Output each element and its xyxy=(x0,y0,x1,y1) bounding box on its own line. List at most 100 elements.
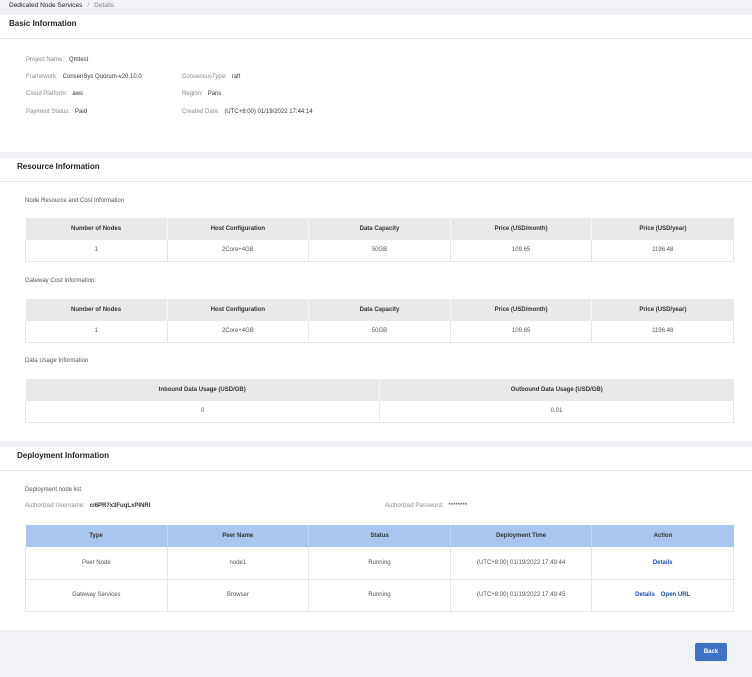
table-header-row: Type Peer Name Status Deployment Time Ac… xyxy=(25,525,734,547)
field-label: Framework: xyxy=(26,74,58,80)
col-data-capacity: Data Capacity xyxy=(308,299,451,321)
table-row: Gateway Services Browser Running (UTC+8:… xyxy=(25,579,734,612)
table-cell: 1 xyxy=(25,240,168,262)
field-value: (UTC+8:00) 01/19/2022 17:44:14 xyxy=(224,109,313,115)
col-host-configuration: Host Configuration xyxy=(167,299,310,321)
region-field: Region: Paris xyxy=(182,91,221,97)
field-label: Project Name: xyxy=(26,57,65,63)
authorized-password-field: Authorized Password: ******** xyxy=(385,503,467,509)
col-data-capacity: Data Capacity xyxy=(308,218,451,240)
col-status: Status xyxy=(308,525,451,547)
basic-information-card: Basic Information Project Name: Qmtest Fr… xyxy=(0,15,752,152)
col-inbound-usage: Inbound Data Usage (USD/GB) xyxy=(25,379,380,401)
data-usage-table: Inbound Data Usage (USD/GB) Outbound Dat… xyxy=(25,379,734,423)
consensus-type-field: ConsensusType: raft xyxy=(182,74,240,80)
field-value: raft xyxy=(231,74,241,80)
authorized-username-value: ci6PR7x3FuqLxPINRI xyxy=(89,503,151,509)
details-link[interactable]: Details xyxy=(635,592,655,598)
divider xyxy=(0,470,752,471)
table-cell: 0.01 xyxy=(379,401,734,423)
open-url-link[interactable]: Open URL xyxy=(661,592,690,598)
divider xyxy=(0,181,752,182)
field-label: Payment Status: xyxy=(26,109,71,115)
action-cell: Details xyxy=(591,547,734,580)
divider xyxy=(0,38,752,39)
deployment-information-card: Deployment Information Deployment node l… xyxy=(0,447,752,630)
field-value: aws xyxy=(72,91,84,97)
table-cell: 50GB xyxy=(308,321,451,343)
col-peer-name: Peer Name xyxy=(167,525,310,547)
breadcrumb-separator: / xyxy=(87,2,90,9)
action-cell: Details Open URL xyxy=(591,579,734,612)
field-value: Qmtest xyxy=(69,57,89,63)
node-cost-table: Number of Nodes Host Configuration Data … xyxy=(25,218,734,262)
table-cell: 109.65 xyxy=(449,240,593,262)
field-label: Authorized Username: xyxy=(25,503,85,509)
col-price-month: Price (USD/month) xyxy=(450,299,593,321)
authorized-username-field: Authorized Username: ci6PR7x3FuqLxPINRI xyxy=(25,503,150,509)
breadcrumb: Dedicated Node Services / Details xyxy=(9,2,114,9)
table-cell: 2Core+4GB xyxy=(166,240,310,262)
col-host-configuration: Host Configuration xyxy=(167,218,310,240)
col-number-of-nodes: Number of Nodes xyxy=(25,218,168,240)
field-label: ConsensusType: xyxy=(182,74,227,80)
table-row: Peer Node node1 Running (UTC+8:00) 01/19… xyxy=(25,547,734,580)
table-cell: 109.65 xyxy=(449,321,593,343)
table-header-row: Inbound Data Usage (USD/GB) Outbound Dat… xyxy=(25,379,734,401)
resource-information-card: Resource Information Node Resource and C… xyxy=(0,158,752,441)
gateway-cost-table: Number of Nodes Host Configuration Data … xyxy=(25,299,734,343)
table-row: 1 2Core+4GB 50GB 109.65 1196.48 xyxy=(25,240,734,262)
col-type: Type xyxy=(25,525,168,547)
table-cell: 2Core+4GB xyxy=(166,321,310,343)
table-cell: 0 xyxy=(25,401,380,423)
project-name-field: Project Name: Qmtest xyxy=(26,57,88,63)
back-button[interactable]: Back xyxy=(695,643,727,661)
cloud-platform-field: Cloud Platform: aws xyxy=(26,91,83,97)
node-cost-label: Node Resource and Cost Information xyxy=(25,198,125,204)
deployment-node-list-label: Deployment node list xyxy=(25,487,82,493)
table-header-row: Number of Nodes Host Configuration Data … xyxy=(25,218,734,240)
col-price-month: Price (USD/month) xyxy=(450,218,593,240)
table-cell: Peer Node xyxy=(25,547,168,580)
table-cell: 1 xyxy=(25,321,168,343)
table-cell: (UTC+8:00) 01/19/2022 17:49:45 xyxy=(449,579,593,612)
details-link[interactable]: Details xyxy=(653,560,673,566)
framework-field: Framework: ConsenSys Quorum-v20.10.0 xyxy=(26,74,142,80)
created-date-field: Created Date: (UTC+8:00) 01/19/2022 17:44… xyxy=(182,109,313,115)
table-cell: Running xyxy=(308,579,451,612)
field-label: Created Date: xyxy=(182,109,220,115)
field-label: Cloud Platform: xyxy=(26,91,68,97)
deployment-information-title: Deployment Information xyxy=(17,451,110,460)
col-outbound-usage: Outbound Data Usage (USD/GB) xyxy=(379,379,734,401)
field-value: Paris xyxy=(207,91,222,97)
col-action: Action xyxy=(591,525,734,547)
field-value: ConsenSys Quorum-v20.10.0 xyxy=(62,74,142,80)
table-cell: Running xyxy=(308,547,451,580)
table-cell: Gateway Services xyxy=(25,579,168,612)
col-price-year: Price (USD/year) xyxy=(591,218,734,240)
field-value: Paid xyxy=(75,109,88,115)
gateway-cost-label: Gateway Cost Information: xyxy=(25,278,97,284)
data-usage-label: Data Usage Information xyxy=(25,358,89,364)
field-label: Region: xyxy=(182,91,203,97)
table-row: 1 2Core+4GB 50GB 109.65 1196.48 xyxy=(25,321,734,343)
authorized-password-value: ******** xyxy=(448,503,468,509)
resource-information-title: Resource Information xyxy=(17,162,100,171)
table-header-row: Number of Nodes Host Configuration Data … xyxy=(25,299,734,321)
table-cell: node1 xyxy=(166,547,310,580)
table-cell: 1196.48 xyxy=(591,321,734,343)
table-row: 0 0.01 xyxy=(25,401,734,423)
payment-status-field: Payment Status: Paid xyxy=(26,109,87,115)
table-cell: (UTC+8:00) 01/19/2022 17:49:44 xyxy=(449,547,593,580)
field-label: Authorized Password: xyxy=(385,503,444,509)
table-cell: 50GB xyxy=(308,240,451,262)
basic-information-title: Basic Information xyxy=(9,19,77,28)
breadcrumb-current: Details xyxy=(94,2,115,9)
col-deployment-time: Deployment Time xyxy=(450,525,593,547)
breadcrumb-root-link[interactable]: Dedicated Node Services xyxy=(9,2,82,9)
table-cell: 1196.48 xyxy=(591,240,734,262)
col-number-of-nodes: Number of Nodes xyxy=(25,299,168,321)
col-price-year: Price (USD/year) xyxy=(591,299,734,321)
table-cell: Browser xyxy=(166,579,310,612)
deployment-node-table: Type Peer Name Status Deployment Time Ac… xyxy=(25,525,734,612)
